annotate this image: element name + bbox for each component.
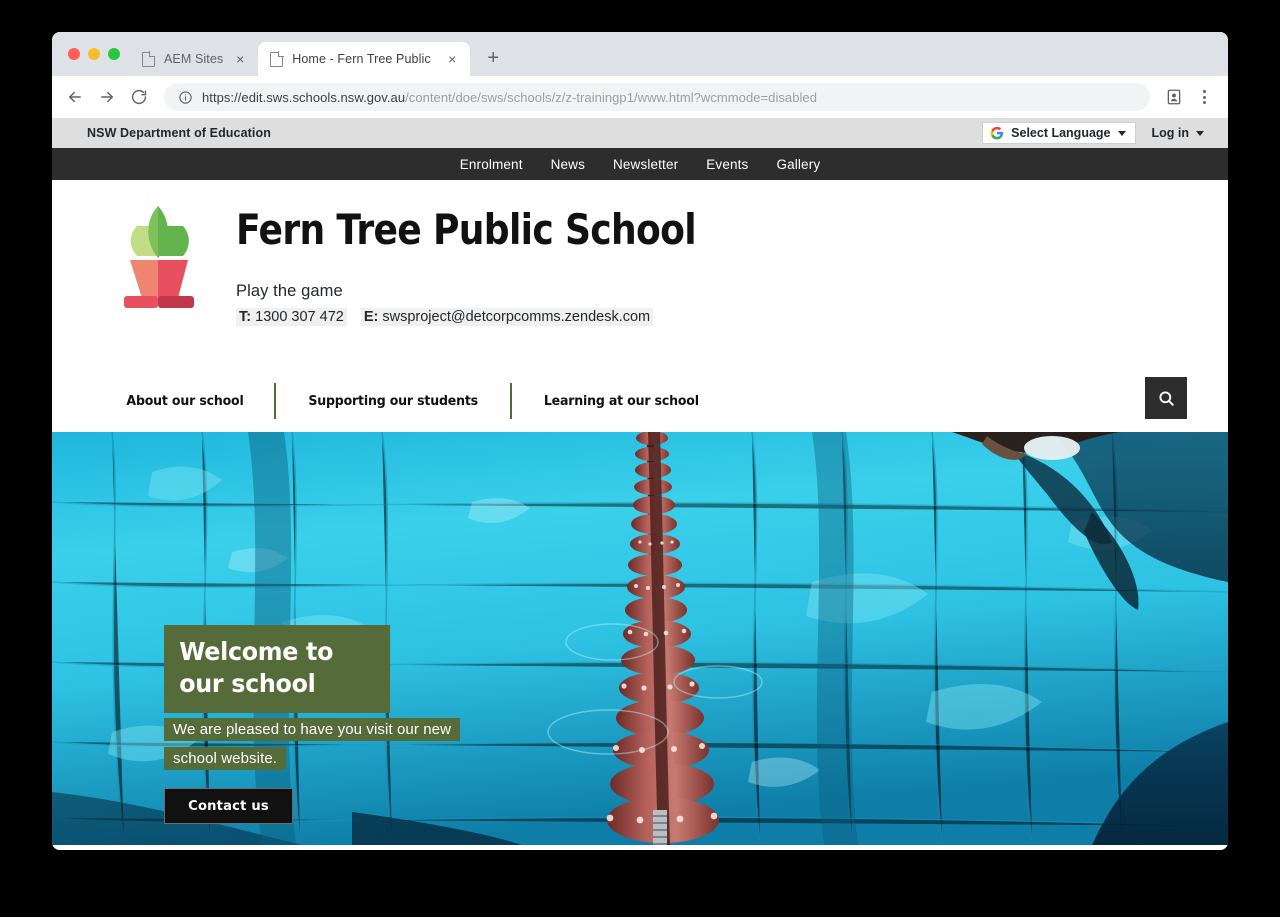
- email-address[interactable]: swsproject@detcorpcomms.zendesk.com: [382, 309, 650, 325]
- browser-window: AEM Sites × Home - Fern Tree Public Scho…: [52, 32, 1228, 850]
- kebab-menu-icon[interactable]: [1190, 83, 1218, 111]
- tab-title: Home - Fern Tree Public Schoo: [292, 52, 435, 66]
- language-select[interactable]: Select Language: [982, 122, 1136, 144]
- address-bar[interactable]: https://edit.sws.schools.nsw.gov.au/cont…: [164, 83, 1150, 111]
- contact-us-button[interactable]: Contact us: [164, 787, 294, 824]
- topnav-item-news[interactable]: News: [551, 157, 585, 172]
- phone-number[interactable]: 1300 307 472: [255, 309, 344, 325]
- maximize-window-button[interactable]: [108, 48, 120, 60]
- hero-overlay: Welcome to our school We are pleased to …: [164, 625, 464, 824]
- new-tab-button[interactable]: +: [478, 43, 508, 73]
- school-contact-line: T: 1300 307 472 E: swsproject@detcorpcom…: [236, 308, 771, 327]
- mainnav-item-about-our-school[interactable]: About our school: [102, 380, 268, 422]
- profile-card-icon[interactable]: [1160, 83, 1188, 111]
- masthead-text: Fern Tree Public School Play the game T:…: [224, 202, 771, 327]
- url-text: https://edit.sws.schools.nsw.gov.au/cont…: [202, 90, 817, 105]
- nav-divider: [274, 383, 277, 419]
- nav-divider: [510, 383, 513, 419]
- search-button[interactable]: [1145, 377, 1187, 419]
- hero-subtitle: We are pleased to have you visit our new…: [164, 718, 461, 771]
- close-icon[interactable]: ×: [444, 51, 460, 67]
- login-menu[interactable]: Log in: [1151, 126, 1204, 140]
- page-icon: [270, 51, 284, 67]
- browser-toolbar: https://edit.sws.schools.nsw.gov.au/cont…: [52, 76, 1228, 118]
- info-circle-icon: [179, 90, 192, 104]
- back-arrow-icon[interactable]: [60, 82, 90, 112]
- login-label: Log in: [1151, 126, 1190, 140]
- search-icon: [1158, 390, 1174, 406]
- site-main-nav: About our school Supporting our students…: [52, 370, 1228, 432]
- site-top-nav: Enrolment News Newsletter Events Gallery: [52, 148, 1228, 180]
- browser-tab-strip: AEM Sites × Home - Fern Tree Public Scho…: [52, 32, 1228, 76]
- close-window-button[interactable]: [68, 48, 80, 60]
- mainnav-item-learning-at-our-school[interactable]: Learning at our school: [520, 380, 723, 422]
- chevron-down-icon: [1117, 130, 1126, 136]
- topnav-item-gallery[interactable]: Gallery: [776, 157, 820, 172]
- hero-subtitle-wrap: We are pleased to have you visit our new…: [164, 715, 464, 774]
- url-host: https://edit.sws.schools.nsw.gov.au: [202, 89, 406, 105]
- hero-title: Welcome to our school: [164, 625, 391, 713]
- google-g-icon: [990, 126, 1004, 140]
- utility-bar-right: Select Language Log in: [982, 122, 1204, 144]
- forward-arrow-icon[interactable]: [92, 82, 122, 112]
- page-title: Fern Tree Public School: [236, 205, 697, 254]
- mainnav-item-supporting-our-students[interactable]: Supporting our students: [284, 380, 502, 422]
- page-bottom-strip: [52, 845, 1228, 850]
- topnav-item-enrolment[interactable]: Enrolment: [460, 157, 523, 172]
- url-path: /content/doe/sws/schools/z/z-trainingp1/…: [405, 89, 817, 105]
- topnav-item-newsletter[interactable]: Newsletter: [613, 157, 678, 172]
- page-viewport: NSW Department of Education Select Langu…: [52, 118, 1228, 850]
- browser-tab-home-fern-tree[interactable]: Home - Fern Tree Public Schoo ×: [258, 42, 471, 76]
- department-name: NSW Department of Education: [87, 126, 271, 140]
- plant-in-pot-logo: [124, 206, 194, 308]
- minimize-window-button[interactable]: [88, 48, 100, 60]
- window-controls: [64, 32, 130, 76]
- phone-segment: T: 1300 307 472: [236, 308, 347, 327]
- language-select-label: Select Language: [1011, 126, 1111, 140]
- close-icon[interactable]: ×: [232, 51, 248, 67]
- site-masthead: Fern Tree Public School Play the game T:…: [52, 180, 1228, 370]
- reload-icon[interactable]: [124, 82, 154, 112]
- phone-label: T:: [239, 309, 252, 326]
- page-icon: [142, 51, 156, 67]
- tab-title: AEM Sites: [164, 52, 224, 66]
- hero-banner: Welcome to our school We are pleased to …: [52, 432, 1228, 845]
- school-motto: Play the game: [236, 282, 343, 301]
- school-logo[interactable]: [96, 202, 224, 314]
- chevron-down-icon: [1196, 130, 1204, 136]
- browser-tab-aem-sites[interactable]: AEM Sites ×: [130, 42, 258, 76]
- site-utility-bar: NSW Department of Education Select Langu…: [52, 118, 1228, 148]
- email-label: E:: [363, 309, 379, 326]
- topnav-item-events[interactable]: Events: [706, 157, 748, 172]
- email-segment: E: swsproject@detcorpcomms.zendesk.com: [360, 308, 654, 327]
